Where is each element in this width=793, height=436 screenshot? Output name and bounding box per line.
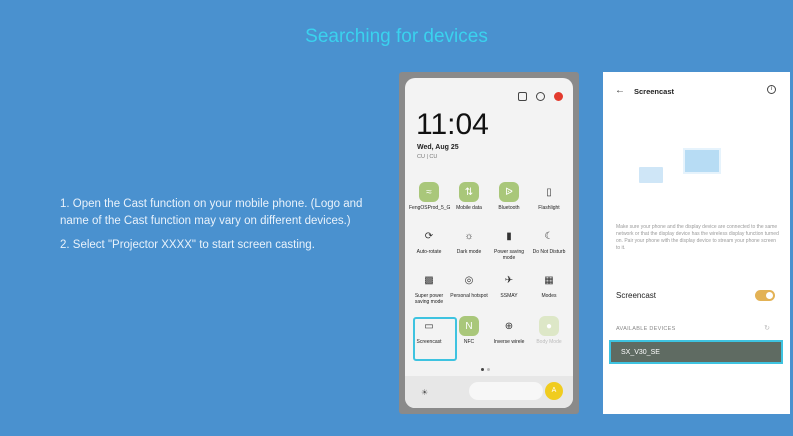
instructions: 1. Open the Cast function on your mobile… [60,196,390,261]
bluetooth-icon: ᐉ [499,182,519,202]
tile-ssmay[interactable]: ✈ SSMAY [489,270,529,300]
tile-label: Power saving mode [493,249,524,261]
device-list-item[interactable]: SX_V30_SE [609,340,783,364]
hotspot-icon: ◎ [464,274,474,286]
date: Wed, Aug 25 [417,144,459,151]
flashlight-icon: ▯ [546,186,552,198]
gear-icon[interactable] [536,92,545,101]
screencast-description: Make sure your phone and the display dev… [616,224,779,251]
tile-inverse-wireless[interactable]: ⊕ Inverse wirele [489,316,529,346]
tile-modes[interactable]: ▦ Modes [529,270,569,300]
airplane-icon: ✈ [504,274,514,286]
super-power-icon: ▩ [424,274,434,286]
tile-label: Inverse wirele [493,339,525,345]
tile-label: Personal hotspot [450,293,488,299]
page-title: Searching for devices [305,26,488,47]
tile-dark-mode[interactable]: ☼ Dark mode [449,226,489,256]
tile-mobile-data[interactable]: ⇅ Mobile data [449,182,489,211]
body-mode-icon: ● [539,316,559,336]
display-illustration [683,148,721,174]
tile-label: Super power saving mode [414,293,444,305]
page-dot [487,368,490,371]
phone-screencast-settings: ← Screencast i Make sure your phone and … [603,72,790,414]
info-icon[interactable]: i [767,85,776,94]
carrier-text: CU | CU [417,154,438,160]
tile-wifi[interactable]: ≈ FengOSProd_5_G [409,182,451,211]
tile-bluetooth[interactable]: ᐉ Bluetooth [489,182,529,211]
instruction-step-1: 1. Open the Cast function on your mobile… [60,198,363,227]
screencast-toggle[interactable] [755,290,775,301]
tile-label: Body Mode [536,339,562,345]
brightness-slider[interactable] [469,382,543,400]
brightness-icon: ☀ [421,388,429,397]
tile-super-power-saving[interactable]: ▩ Super power saving mode [409,270,449,306]
tile-flashlight[interactable]: ▯ Flashlight [529,182,569,212]
nfc-icon: N [459,316,479,336]
brightness-bar: ☀ A [405,376,573,408]
phone-quick-settings: 11:04 Wed, Aug 25 CU | CU ≈ FengOSProd_5… [399,72,579,414]
loading-spinner-icon: ↻ [764,325,770,332]
tile-label: Auto-rotate [416,249,442,255]
tile-body-mode[interactable]: ● Body Mode [529,316,569,345]
tile-label: Do Not Disturb [532,249,566,255]
tile-label: FengOSProd_5_G [409,205,451,211]
tile-auto-rotate[interactable]: ⟳ Auto-rotate [409,226,449,256]
tile-label: Dark mode [456,249,482,255]
clock: 11:04 [416,108,489,141]
screencast-highlight [413,317,457,361]
instruction-step-2: 2. Select "Projector XXXX" to start scre… [60,239,315,251]
dark-mode-icon: ☼ [464,230,474,242]
mobile-data-icon: ⇅ [459,182,479,202]
top-icons [518,92,563,101]
tile-label: Flashlight [538,205,560,211]
device-name: SX_V30_SE [621,349,660,356]
battery-icon: ▮ [506,230,512,242]
tile-label: Bluetooth [498,205,520,211]
tile-power-saving[interactable]: ▮ Power saving mode [489,226,529,262]
screencast-toggle-label: Screencast [616,291,657,300]
page-dot-active [481,368,484,371]
moon-icon: ☾ [544,230,554,242]
wifi-icon: ≈ [419,182,439,202]
tile-personal-hotspot[interactable]: ◎ Personal hotspot [449,270,489,300]
phone-illustration [639,167,663,183]
screencast-header: Screencast [634,87,675,96]
available-devices-label: AVAILABLE DEVICES [616,326,676,332]
page-dots [481,368,490,371]
tile-label: Mobile data [456,205,482,211]
tile-label: Modes [541,293,557,299]
rotate-icon: ⟳ [424,230,434,242]
edit-icon[interactable] [518,92,527,101]
tile-label: SSMAY [500,293,518,299]
back-arrow-icon[interactable]: ← [615,85,625,96]
modes-icon: ▦ [544,274,554,286]
auto-brightness-button[interactable]: A [545,382,563,400]
inverse-wireless-icon: ⊕ [504,320,514,332]
quick-settings-screen: 11:04 Wed, Aug 25 CU | CU ≈ FengOSProd_5… [405,78,573,408]
account-icon[interactable] [554,92,563,101]
tile-do-not-disturb[interactable]: ☾ Do Not Disturb [529,226,569,256]
